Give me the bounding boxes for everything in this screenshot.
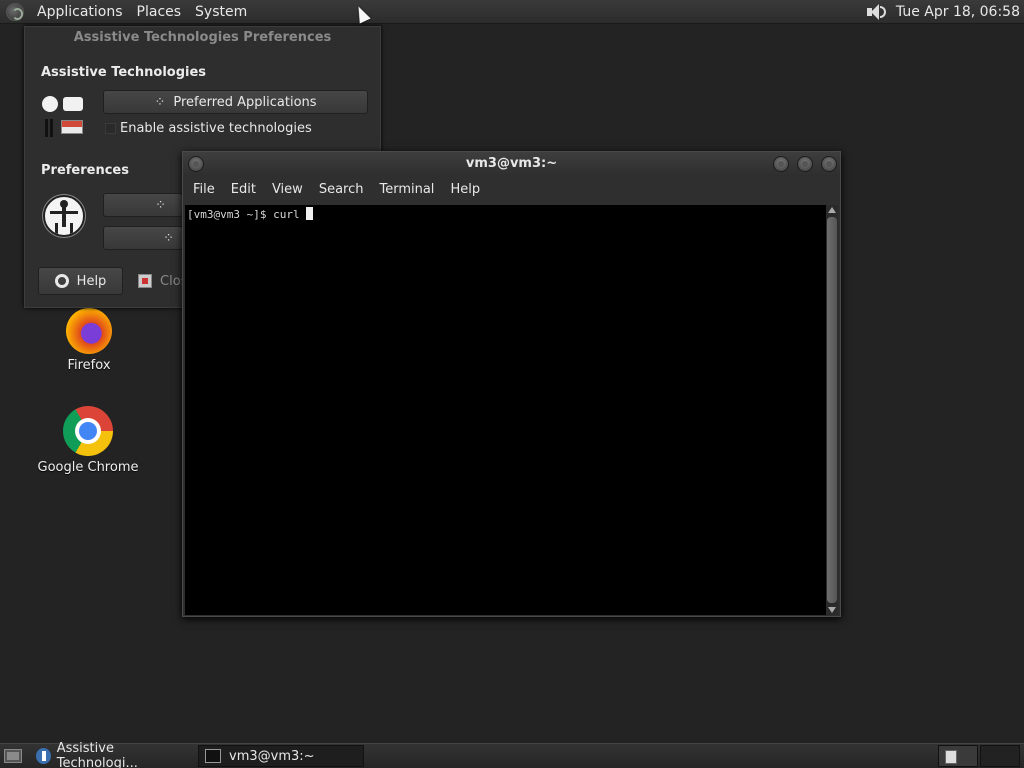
taskbar-item-terminal[interactable]: vm3@vm3:~ (198, 745, 364, 767)
show-desktop-icon[interactable] (4, 749, 22, 763)
text-cursor (305, 207, 313, 220)
button-label: Preferred Applications (173, 94, 317, 110)
minimize-icon[interactable] (773, 156, 789, 172)
clock[interactable]: Tue Apr 18, 06:58 (896, 4, 1020, 20)
launch-icon: ⁘ (155, 197, 166, 213)
terminal-menu-view[interactable]: View (264, 182, 311, 197)
top-panel: Applications Places System Tue Apr 18, 0… (0, 0, 1024, 24)
taskbar-item-assistive[interactable]: Assistive Technologi... (30, 741, 194, 768)
scroll-down-icon[interactable] (828, 607, 836, 613)
scroll-up-icon[interactable] (828, 207, 836, 213)
button-label: Help (76, 273, 107, 289)
desktop-icon-label: Google Chrome (37, 460, 139, 475)
terminal-title: vm3@vm3:~ (465, 156, 558, 171)
desktop-icon-firefox[interactable]: Firefox (34, 308, 144, 373)
close-icon (138, 274, 152, 288)
terminal-prompt: [vm3@vm3 ~]$ curl (187, 208, 300, 221)
accessibility-preferences-icon (43, 195, 85, 237)
terminal-icon (205, 749, 221, 763)
menu-places[interactable]: Places (130, 1, 189, 23)
close-window-icon[interactable] (821, 156, 837, 172)
section-heading-assistive: Assistive Technologies (41, 65, 207, 80)
terminal-body[interactable]: [vm3@vm3 ~]$ curl (185, 205, 827, 615)
scroll-thumb[interactable] (827, 217, 837, 603)
terminal-menu-help[interactable]: Help (442, 182, 488, 197)
workspace-switcher (936, 745, 1020, 767)
terminal-menu-edit[interactable]: Edit (223, 182, 264, 197)
help-button[interactable]: Help (38, 267, 123, 295)
maximize-icon[interactable] (797, 156, 813, 172)
top-panel-tray: Tue Apr 18, 06:58 (864, 2, 1024, 22)
enable-at-label: Enable assistive technologies (120, 121, 312, 136)
assistive-tech-icon (41, 95, 85, 139)
workspace-2[interactable] (980, 745, 1020, 767)
desktop-icon-chrome[interactable]: Google Chrome (33, 406, 143, 475)
workspace-1[interactable] (938, 745, 978, 767)
taskbar-item-label: vm3@vm3:~ (229, 748, 315, 764)
firefox-icon[interactable] (66, 308, 112, 354)
volume-icon[interactable] (864, 2, 886, 22)
window-title[interactable]: Assistive Technologies Preferences (25, 27, 380, 49)
launch-icon: ⁘ (163, 230, 174, 246)
main-menu-logo-icon[interactable] (6, 2, 24, 21)
terminal-menubar: File Edit View Search Terminal Help (183, 176, 840, 203)
enable-at-row[interactable]: Enable assistive technologies (105, 121, 312, 136)
enable-at-checkbox[interactable] (105, 123, 116, 134)
menu-system[interactable]: System (188, 1, 254, 23)
taskbar-item-label: Assistive Technologi... (56, 741, 138, 768)
menu-applications[interactable]: Applications (30, 1, 130, 23)
bottom-panel: Assistive Technologi... vm3@vm3:~ (0, 741, 1024, 768)
terminal-titlebar[interactable]: vm3@vm3:~ (183, 152, 840, 176)
terminal-window: vm3@vm3:~ File Edit View Search Terminal… (182, 151, 841, 617)
mouse-accessibility-button[interactable]: ⁘ (103, 226, 183, 250)
terminal-menu-terminal[interactable]: Terminal (371, 182, 442, 197)
help-icon (54, 274, 69, 288)
accessibility-icon (36, 748, 51, 764)
section-heading-preferences: Preferences (41, 163, 129, 178)
terminal-menu-file[interactable]: File (185, 182, 223, 197)
terminal-menu-search[interactable]: Search (311, 182, 372, 197)
terminal-line: [vm3@vm3 ~]$ curl (185, 205, 827, 223)
preferred-applications-button[interactable]: ⁘ Preferred Applications (103, 90, 368, 114)
desktop-icon-label: Firefox (67, 358, 111, 373)
keyboard-accessibility-button[interactable]: ⁘ (103, 193, 183, 217)
launch-icon: ⁘ (154, 94, 166, 110)
chrome-icon[interactable] (63, 406, 113, 456)
terminal-scrollbar[interactable] (826, 205, 838, 615)
